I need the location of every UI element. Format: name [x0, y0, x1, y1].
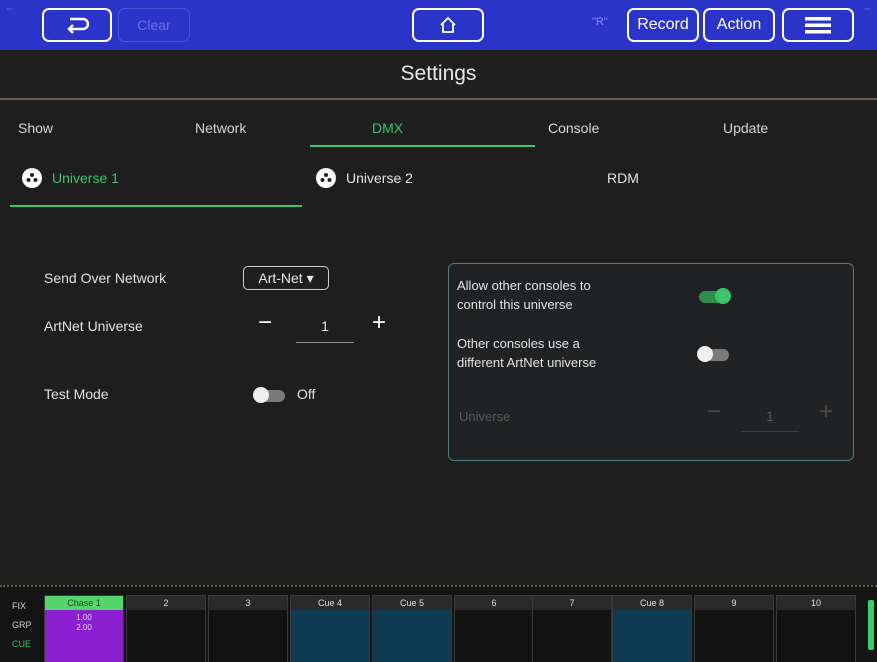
slot-body	[291, 610, 369, 662]
clear-label: Clear	[137, 17, 171, 33]
playback-slot[interactable]: 7	[532, 595, 612, 662]
playback-slot[interactable]: 6	[454, 595, 534, 662]
panel-universe-label: Universe	[459, 409, 511, 424]
playback-slot-cue-5[interactable]: Cue 5	[372, 595, 452, 662]
page-title: Settings	[400, 62, 477, 85]
allow-control-line1: Allow other consoles to	[457, 278, 591, 293]
playback-slot-cue-4[interactable]: Cue 4	[290, 595, 370, 662]
tab-dmx[interactable]: DMX	[372, 120, 403, 136]
subtab-active-indicator	[10, 205, 302, 207]
subtab-label: Universe 1	[52, 170, 119, 186]
playback-slot[interactable]: 9	[694, 595, 774, 662]
undo-button[interactable]	[42, 8, 112, 42]
send-over-network-label: Send Over Network	[44, 270, 167, 286]
action-label: Action	[716, 16, 762, 33]
tab-update[interactable]: Update	[723, 120, 768, 136]
select-value: Art-Net ▾	[258, 269, 314, 286]
slot-label: Cue 8	[613, 596, 691, 610]
subtab-universe-1[interactable]: Universe 1	[22, 167, 119, 189]
corner-mark-left: ⁻	[6, 4, 13, 18]
slot-body: 1.00 2.00	[45, 610, 123, 662]
slot-body	[455, 610, 533, 662]
slot-body	[613, 610, 691, 662]
playback-slot-cue-8[interactable]: Cue 8	[612, 595, 692, 662]
app-window: ⁻ Clear "R" Record Action ⁻ Settings Sho…	[0, 0, 877, 662]
toggle-knob	[253, 387, 269, 403]
tab-show[interactable]: Show	[18, 120, 53, 136]
slot-label: Cue 5	[373, 596, 451, 610]
different-universe-line2: different ArtNet universe	[457, 355, 597, 370]
playback-slot[interactable]: 3	[208, 595, 288, 662]
playback-slot[interactable]: 10	[776, 595, 856, 662]
top-toolbar: ⁻ Clear "R" Record Action ⁻	[0, 0, 877, 50]
different-universe-text: Other consoles use a different ArtNet un…	[457, 334, 596, 372]
test-mode-label: Test Mode	[44, 386, 109, 402]
slot-label: Cue 4	[291, 596, 369, 610]
record-label: Record	[637, 16, 689, 33]
subtab-label: RDM	[607, 170, 639, 186]
home-icon	[440, 16, 456, 33]
subtab-label: Universe 2	[346, 170, 413, 186]
master-level-bar[interactable]	[868, 600, 874, 650]
dmx-connector-icon	[316, 168, 336, 188]
send-over-network-select[interactable]: Art-Net ▾	[243, 266, 329, 290]
subtab-universe-2[interactable]: Universe 2	[316, 167, 413, 189]
panel-universe-value[interactable]: 1	[745, 408, 795, 424]
corner-mark-right: ⁻	[864, 4, 871, 18]
artnet-universe-decrement[interactable]: −	[258, 309, 272, 337]
tab-network[interactable]: Network	[195, 120, 246, 136]
tab-active-indicator	[310, 145, 535, 147]
slot-label: 7	[533, 596, 611, 610]
slot-body	[777, 610, 855, 662]
different-universe-toggle[interactable]	[697, 346, 729, 362]
slot-label: 9	[695, 596, 773, 610]
allow-control-text: Allow other consoles to control this uni…	[457, 276, 591, 314]
row-label-cue: CUE	[12, 639, 32, 649]
toggle-knob	[697, 346, 713, 362]
undo-icon	[67, 17, 90, 34]
remote-control-panel: Allow other consoles to control this uni…	[448, 263, 854, 461]
record-button[interactable]: Record	[627, 8, 699, 42]
slot-label: 3	[209, 596, 287, 610]
slot-body	[533, 610, 611, 662]
artnet-universe-value[interactable]: 1	[300, 318, 350, 334]
artnet-universe-increment[interactable]: +	[372, 309, 386, 337]
test-mode-state: Off	[297, 386, 316, 402]
allow-control-toggle[interactable]	[699, 288, 731, 304]
row-label-grp: GRP	[12, 620, 32, 630]
different-universe-line1: Other consoles use a	[457, 336, 580, 351]
slot-value-1: 1.00	[76, 613, 92, 622]
stepper-underline	[741, 431, 799, 432]
slot-body	[695, 610, 773, 662]
action-button[interactable]: Action	[703, 8, 775, 42]
playback-slot-chase-1[interactable]: Chase 1 1.00 2.00	[44, 595, 124, 662]
allow-control-line2: control this universe	[457, 297, 573, 312]
slot-label: Chase 1	[45, 596, 123, 610]
tab-console[interactable]: Console	[548, 120, 599, 136]
dmx-connector-icon	[22, 168, 42, 188]
clear-button[interactable]: Clear	[118, 8, 190, 42]
panel-universe-decrement[interactable]: −	[707, 398, 721, 426]
playback-slot[interactable]: 2	[126, 595, 206, 662]
test-mode-toggle[interactable]	[253, 387, 285, 403]
hamburger-menu-icon	[805, 17, 831, 34]
panel-universe-increment[interactable]: +	[819, 398, 833, 426]
home-button[interactable]	[412, 8, 484, 42]
slot-body	[127, 610, 205, 662]
slot-body	[209, 610, 287, 662]
artnet-universe-label: ArtNet Universe	[44, 318, 143, 334]
toggle-knob	[715, 288, 731, 304]
indicator-text: "R"	[592, 16, 608, 28]
row-label-fix: FIX	[12, 601, 27, 611]
subtab-rdm[interactable]: RDM	[607, 167, 639, 189]
menu-button[interactable]	[782, 8, 854, 42]
slot-label: 6	[455, 596, 533, 610]
stepper-underline	[296, 342, 354, 343]
slot-body	[373, 610, 451, 662]
title-bar: Settings	[0, 50, 877, 100]
slot-label: 10	[777, 596, 855, 610]
slot-value-2: 2.00	[76, 623, 92, 632]
playback-bar: FIX GRP CUE Chase 1 1.00 2.00 2 3 Cue 4 …	[0, 585, 877, 662]
slot-label: 2	[127, 596, 205, 610]
